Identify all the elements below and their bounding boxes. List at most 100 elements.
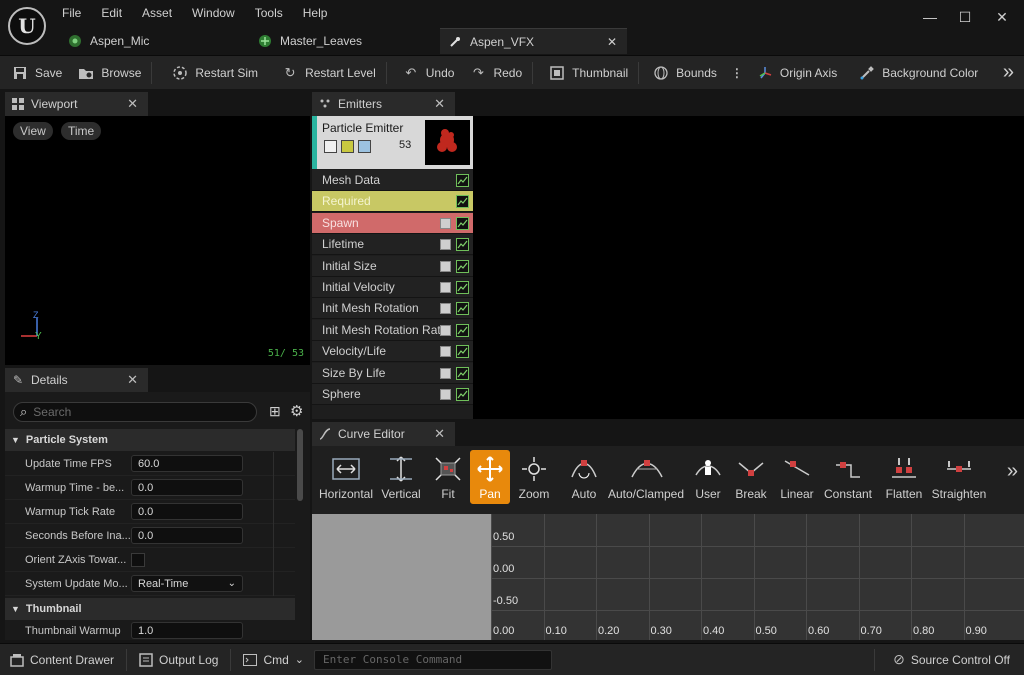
tab-aspen-mic[interactable]: Aspen_Mic (62, 28, 250, 54)
bounds-options-button[interactable]: ⋮ (725, 56, 749, 89)
console-command-input[interactable]: Enter Console Command (314, 649, 552, 670)
curve-auto-button[interactable]: Auto (564, 450, 604, 504)
property-dropdown[interactable]: Real-Time ⌄ (131, 575, 243, 592)
emitter-module[interactable]: Size By Life (312, 362, 473, 384)
menu-tools[interactable]: Tools (245, 6, 293, 20)
curve-toggle-icon[interactable] (456, 195, 469, 209)
tab-emitters[interactable]: Emitters ✕ (312, 92, 455, 116)
curve-break-button[interactable]: Break (730, 450, 772, 504)
curve-vertical-button[interactable]: Vertical (376, 450, 426, 504)
curve-toggle-icon[interactable] (456, 388, 469, 401)
curve-overflow-button[interactable]: » (1007, 460, 1018, 483)
minimize-button[interactable]: — (912, 4, 948, 30)
render-mode-icon[interactable] (341, 140, 354, 153)
category-particle-system[interactable]: ▼ Particle System (5, 429, 295, 451)
close-tab-icon[interactable]: ✕ (607, 35, 617, 49)
curve-straighten-button[interactable]: Straighten (930, 450, 988, 504)
close-tab-icon[interactable]: ✕ (127, 372, 138, 388)
close-tab-icon[interactable]: ✕ (127, 96, 138, 112)
property-value-input[interactable]: 0.0 (131, 503, 243, 520)
curve-graph[interactable]: 0.00 0.10 0.20 0.30 0.40 0.50 0.60 0.70 0.80 0.90… (312, 514, 1024, 640)
emitter-header[interactable]: Particle Emitter 53 (312, 116, 473, 169)
curve-zoom-button[interactable]: Zoom (512, 450, 556, 504)
menu-asset[interactable]: Asset (132, 6, 182, 20)
emitter-module[interactable]: Initial Velocity (312, 277, 473, 298)
emitter-module[interactable]: Lifetime (312, 234, 473, 256)
property-value-input[interactable]: 1.0 (131, 622, 243, 639)
emitter-module[interactable]: Init Mesh Rotation Rate (312, 319, 473, 341)
category-thumbnail[interactable]: ▼ Thumbnail (5, 598, 295, 620)
browse-button[interactable]: Browse (70, 56, 149, 89)
source-control-button[interactable]: ⊘ Source Control Off (883, 644, 1024, 675)
emitter-module[interactable]: Sphere (312, 384, 473, 405)
thumbnail-button[interactable]: Thumbnail (535, 56, 636, 89)
curve-toggle-icon[interactable] (456, 259, 469, 273)
module-enabled-checkbox[interactable] (440, 282, 451, 293)
curve-horizontal-button[interactable]: Horizontal (318, 450, 374, 504)
background-color-button[interactable]: Background Color (845, 56, 986, 89)
emitter-module[interactable]: Initial Size (312, 255, 473, 277)
curve-toggle-icon[interactable] (456, 238, 469, 252)
tab-viewport[interactable]: Viewport ✕ (5, 92, 148, 116)
emitter-enabled-checkbox[interactable] (324, 140, 337, 153)
module-enabled-checkbox[interactable] (440, 324, 451, 336)
emitter-module[interactable]: Required (312, 191, 473, 213)
tab-aspen-vfx[interactable]: Aspen_VFX ✕ (440, 28, 627, 54)
time-button[interactable]: Time (61, 122, 102, 140)
gear-icon[interactable]: ⚙ (290, 402, 303, 420)
save-button[interactable]: Save (0, 56, 70, 89)
module-enabled-checkbox[interactable] (440, 217, 451, 229)
curve-auto-clamped-button[interactable]: Auto/Clamped (606, 450, 686, 504)
emitter-module[interactable]: Init Mesh Rotation (312, 298, 473, 320)
property-value-input[interactable]: 0.0 (131, 527, 243, 544)
module-enabled-checkbox[interactable] (440, 346, 451, 358)
restart-level-button[interactable]: ↻ Restart Level (266, 56, 384, 89)
curve-toggle-icon[interactable] (456, 174, 469, 187)
tab-master-leaves[interactable]: Master_Leaves (252, 28, 438, 54)
curve-toggle-icon[interactable] (456, 345, 469, 359)
close-tab-icon[interactable]: ✕ (434, 96, 445, 112)
property-value-input[interactable]: 0.0 (131, 479, 243, 496)
viewport[interactable]: View Time Z Y 51/ 53 (5, 116, 310, 365)
tab-curve-editor[interactable]: Curve Editor ✕ (312, 422, 455, 446)
module-enabled-checkbox[interactable] (440, 389, 451, 400)
curve-toggle-icon[interactable] (456, 323, 469, 337)
redo-button[interactable]: ↷ Redo (462, 56, 530, 89)
curve-toggle-icon[interactable] (456, 366, 469, 380)
unreal-logo[interactable]: U (8, 7, 46, 45)
menu-window[interactable]: Window (182, 6, 245, 20)
toolbar-overflow-button[interactable]: » (995, 56, 1024, 89)
curve-toggle-icon[interactable] (456, 281, 469, 294)
menu-help[interactable]: Help (293, 6, 338, 20)
property-value-input[interactable]: 60.0 (131, 455, 243, 472)
details-scrollbar[interactable] (297, 429, 303, 501)
module-enabled-checkbox[interactable] (440, 260, 451, 272)
module-enabled-checkbox[interactable] (440, 367, 451, 379)
emitter-module[interactable]: Spawn (312, 212, 473, 234)
bounds-button[interactable]: Bounds (641, 56, 725, 89)
cmd-dropdown[interactable]: Cmd ⌄ (233, 644, 314, 675)
output-log-button[interactable]: Output Log (129, 644, 228, 675)
undo-button[interactable]: ↶ Undo (389, 56, 463, 89)
content-drawer-button[interactable]: Content Drawer (0, 644, 124, 675)
property-checkbox[interactable] (131, 552, 145, 567)
curve-constant-button[interactable]: Constant (822, 450, 874, 504)
emitter-module[interactable]: Mesh Data (312, 170, 473, 191)
solo-icon[interactable] (358, 140, 371, 153)
close-window-button[interactable]: ✕ (984, 4, 1020, 30)
restart-sim-button[interactable]: Restart Sim (154, 56, 266, 89)
curve-fit-button[interactable]: Fit (428, 450, 468, 504)
emitter-module[interactable]: Velocity/Life (312, 341, 473, 363)
table-view-icon[interactable]: ⊞ (269, 403, 281, 420)
maximize-button[interactable]: ☐ (947, 4, 983, 30)
menu-edit[interactable]: Edit (91, 6, 132, 20)
curve-pan-button[interactable]: Pan (470, 450, 510, 504)
search-input[interactable]: ⌕ Search (13, 402, 257, 422)
view-button[interactable]: View (13, 122, 53, 140)
curve-linear-button[interactable]: Linear (774, 450, 820, 504)
close-tab-icon[interactable]: ✕ (434, 426, 445, 442)
module-enabled-checkbox[interactable] (440, 303, 451, 315)
curve-user-button[interactable]: User (688, 450, 728, 504)
menu-file[interactable]: File (52, 6, 91, 20)
tab-details[interactable]: ✎ Details ✕ (5, 368, 148, 392)
